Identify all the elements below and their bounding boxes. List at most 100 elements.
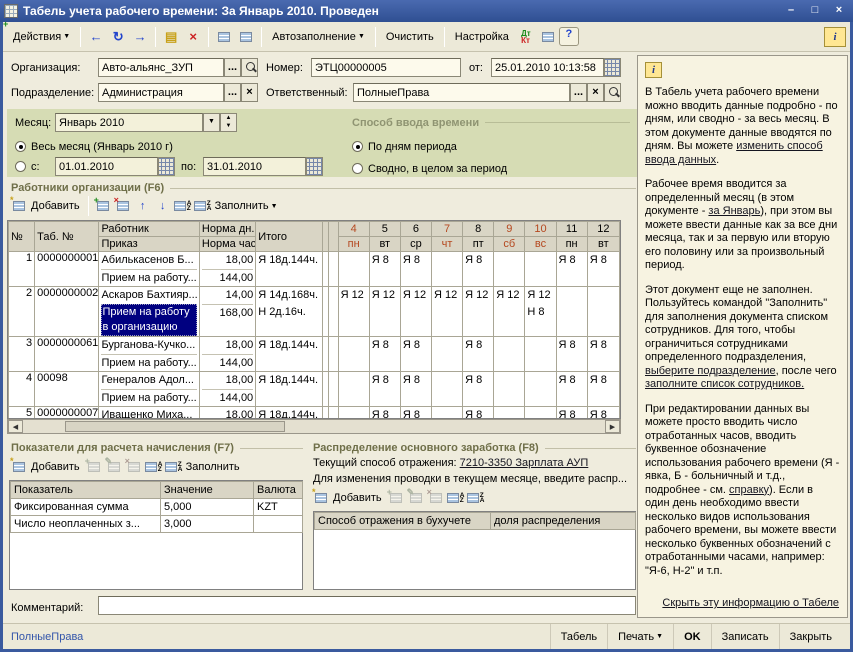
register-records-icon[interactable] bbox=[538, 27, 558, 47]
table-cell[interactable]: Я 12 bbox=[338, 287, 369, 337]
responsible-select-icon[interactable]: ... bbox=[570, 83, 587, 102]
table-cell[interactable] bbox=[494, 252, 525, 287]
day-column-header[interactable]: 8 bbox=[463, 222, 494, 237]
info-link[interactable]: изменить способ ввода данных bbox=[645, 140, 823, 166]
day-column-header[interactable]: 5 bbox=[369, 222, 400, 237]
table-cell[interactable]: 18,00144,00 bbox=[199, 252, 255, 287]
edit-row-icon[interactable]: ✎ bbox=[105, 459, 123, 475]
copy-row-icon[interactable]: + bbox=[85, 459, 103, 475]
to-date-field[interactable]: 31.01.2010 bbox=[203, 157, 306, 176]
day-of-week-header[interactable]: сб bbox=[494, 237, 525, 252]
organization-select-icon[interactable]: ... bbox=[224, 58, 241, 77]
sort-descending-icon[interactable]: ZA bbox=[194, 198, 212, 214]
clear-button[interactable]: Очистить bbox=[380, 28, 440, 46]
close-button[interactable]: × bbox=[829, 3, 849, 19]
current-method-link[interactable]: 7210-3350 Зарплата АУП bbox=[460, 457, 589, 469]
day-column-header[interactable]: 10 bbox=[525, 222, 556, 237]
table-cell[interactable]: Я 8 bbox=[369, 407, 400, 420]
table-cell[interactable]: Я 18д.144ч. bbox=[256, 252, 322, 287]
column-header[interactable]: Валюта bbox=[254, 482, 303, 499]
table-cell[interactable]: Абилькасенов Б...Прием на работу... bbox=[99, 252, 199, 287]
table-cell[interactable] bbox=[338, 407, 369, 420]
copy-row-icon[interactable]: + bbox=[387, 490, 405, 506]
table-cell[interactable]: 5,000 bbox=[161, 499, 254, 516]
table-cell[interactable]: 1 bbox=[9, 252, 35, 287]
next-document-icon[interactable]: → bbox=[130, 27, 150, 47]
table-cell[interactable]: Я 8 bbox=[369, 337, 400, 372]
info-link[interactable]: заполните список сотрудников. bbox=[645, 378, 804, 390]
day-column-header[interactable]: 9 bbox=[494, 222, 525, 237]
add-row-button[interactable]: Добавить bbox=[31, 461, 80, 473]
day-column-header[interactable]: 6 bbox=[400, 222, 431, 237]
col-norm-hours[interactable]: Норма час. bbox=[199, 237, 255, 252]
col-gap[interactable] bbox=[328, 222, 338, 252]
organization-field[interactable]: Авто-альянс_ЗУП bbox=[98, 58, 224, 77]
info-link[interactable]: за Январь bbox=[708, 205, 760, 217]
table-cell[interactable]: 0000000061 bbox=[35, 337, 99, 372]
column-header[interactable]: Способ отражения в бухучете bbox=[315, 513, 491, 530]
settings-list-icon[interactable]: + bbox=[236, 27, 256, 47]
sort-descending-icon[interactable]: ZA bbox=[467, 490, 485, 506]
copy-row-icon[interactable]: + bbox=[94, 198, 112, 214]
ok-button[interactable]: OK bbox=[673, 624, 711, 649]
table-cell[interactable]: Я 8 bbox=[400, 252, 431, 287]
table-cell[interactable]: 4 bbox=[9, 372, 35, 407]
table-cell[interactable]: 3 bbox=[9, 337, 35, 372]
table-cell[interactable] bbox=[328, 372, 338, 407]
scroll-right-icon[interactable]: ▶ bbox=[605, 420, 620, 433]
table-cell[interactable]: Я 12 bbox=[494, 287, 525, 337]
table-cell[interactable]: Я 18д.144ч. bbox=[256, 372, 322, 407]
previous-document-icon[interactable]: ← bbox=[86, 27, 106, 47]
table-cell[interactable]: Я 14д.168ч.Н 2д.16ч. bbox=[256, 287, 322, 337]
save-button[interactable]: Записать bbox=[711, 624, 779, 649]
table-cell[interactable]: Я 8 bbox=[463, 252, 494, 287]
table-cell[interactable]: 2 bbox=[9, 287, 35, 337]
table-cell[interactable]: 00098 bbox=[35, 372, 99, 407]
summary-radio[interactable] bbox=[352, 163, 363, 174]
table-cell[interactable]: Я 12 bbox=[431, 287, 462, 337]
calendar-icon[interactable] bbox=[158, 157, 175, 176]
table-cell[interactable]: Я 8 bbox=[463, 337, 494, 372]
table-cell[interactable] bbox=[431, 407, 462, 420]
list-structure-icon[interactable] bbox=[214, 27, 234, 47]
table-cell[interactable]: Я 8 bbox=[587, 252, 619, 287]
table-cell[interactable]: Я 8 bbox=[369, 252, 400, 287]
month-spinner[interactable]: ▲▼ bbox=[220, 113, 237, 132]
table-cell[interactable]: 0000000002 bbox=[35, 287, 99, 337]
table-cell[interactable] bbox=[525, 337, 556, 372]
day-column-header[interactable]: 4 bbox=[338, 222, 369, 237]
print-menu[interactable]: Печать▼ bbox=[607, 624, 673, 649]
table-cell[interactable]: Я 12 bbox=[463, 287, 494, 337]
col-order[interactable]: Приказ bbox=[99, 237, 199, 252]
table-cell[interactable]: Я 8 bbox=[556, 407, 587, 420]
column-header[interactable]: доля распределения bbox=[491, 513, 636, 530]
table-cell[interactable]: 18,00 bbox=[199, 407, 255, 420]
table-cell[interactable]: Аскаров Бахтияр...Прием на работу в орга… bbox=[99, 287, 199, 337]
add-row-icon[interactable]: * bbox=[10, 198, 28, 214]
table-cell[interactable]: Я 8 bbox=[556, 252, 587, 287]
table-cell[interactable] bbox=[587, 287, 619, 337]
table-cell[interactable]: Я 8 bbox=[556, 337, 587, 372]
table-cell[interactable] bbox=[254, 516, 303, 533]
table-cell[interactable]: Я 12Н 8 bbox=[525, 287, 556, 337]
hide-info-link[interactable]: Скрыть эту информацию о Табеле bbox=[662, 597, 839, 609]
department-clear-icon[interactable]: × bbox=[241, 83, 258, 102]
tabel-button[interactable]: Табель bbox=[550, 624, 607, 649]
close-form-button[interactable]: Закрыть bbox=[779, 624, 842, 649]
column-header[interactable]: Значение bbox=[161, 482, 254, 499]
add-row-button[interactable]: Добавить bbox=[31, 200, 80, 212]
fill-menu[interactable]: Заполнить▼ bbox=[215, 200, 278, 212]
comment-field[interactable] bbox=[98, 596, 636, 615]
col-num[interactable]: № bbox=[9, 222, 35, 252]
table-cell[interactable] bbox=[431, 337, 462, 372]
column-header[interactable]: Показатель bbox=[11, 482, 161, 499]
responsible-open-icon[interactable] bbox=[604, 83, 621, 102]
table-cell[interactable]: Я 8 bbox=[587, 337, 619, 372]
month-dropdown-icon[interactable]: ▼ bbox=[203, 113, 220, 132]
info-link[interactable]: справку bbox=[729, 484, 769, 496]
from-date-field[interactable]: 01.01.2010 bbox=[55, 157, 158, 176]
col-worker[interactable]: Работник bbox=[99, 222, 199, 237]
department-select-icon[interactable]: ... bbox=[224, 83, 241, 102]
delete-row-icon[interactable]: × bbox=[125, 459, 143, 475]
table-cell[interactable] bbox=[328, 407, 338, 420]
